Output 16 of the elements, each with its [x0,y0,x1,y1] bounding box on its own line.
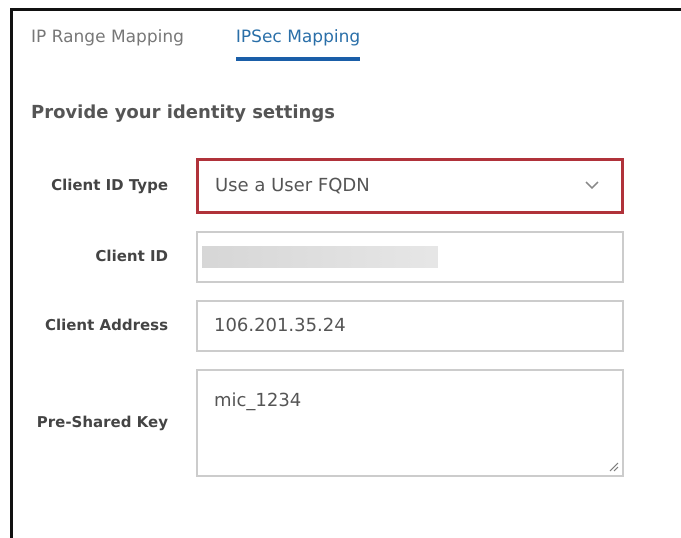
input-field[interactable]: 106.201.35.24 [196,300,624,352]
section-heading: Provide your identity settings [31,100,336,124]
tab[interactable]: IPSec Mapping [236,25,360,60]
dropdown-value: Use a User FQDN [215,174,371,198]
field-value: 106.201.35.24 [214,314,346,338]
field-label: Pre-Shared Key [36,412,169,434]
field-label: Client Address [44,315,169,336]
resize-grip-icon[interactable] [609,462,619,472]
field-label: Client ID Type [50,175,169,196]
input-field[interactable] [196,230,624,282]
text-area[interactable]: mic_1234 [196,368,624,476]
chevron-down-icon [585,181,599,190]
field-value: mic_1234 [214,388,302,412]
tab[interactable]: IP Range Mapping [31,25,184,60]
field-label: Client ID [94,246,169,268]
dropdown[interactable]: Use a User FQDN [196,158,624,214]
